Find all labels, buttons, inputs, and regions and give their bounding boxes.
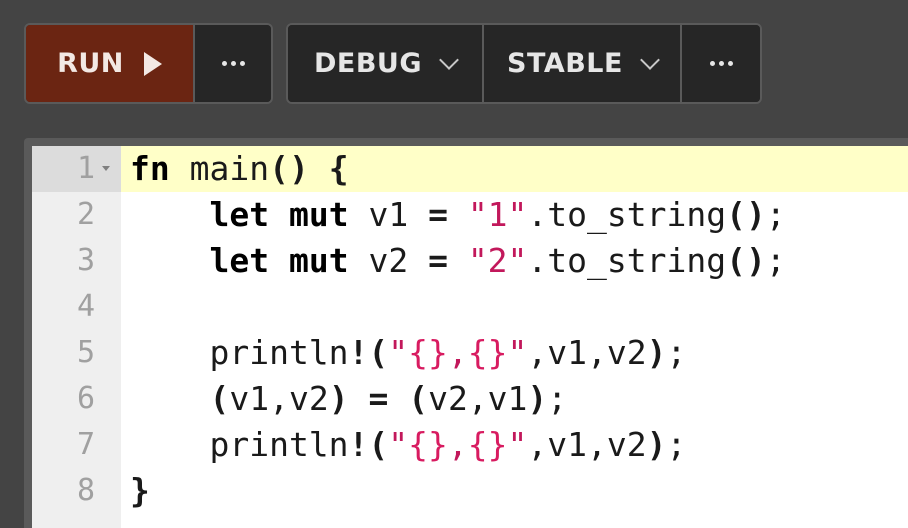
- config-button-group: DEBUG STABLE: [286, 23, 762, 104]
- channel-dropdown[interactable]: STABLE: [482, 25, 680, 102]
- code-line[interactable]: 6 (v1,v2) = (v2,v1);: [32, 376, 908, 422]
- code-line[interactable]: 8 }: [32, 468, 908, 514]
- code-text: println!("{},{}",v1,v2);: [130, 425, 687, 464]
- debug-label: DEBUG: [313, 48, 423, 79]
- debug-mode-dropdown[interactable]: DEBUG: [288, 25, 482, 102]
- code-line[interactable]: 2 let mut v1 = "1".to_string();: [32, 192, 908, 238]
- run-more-button[interactable]: [193, 25, 271, 102]
- chevron-down-icon: [640, 49, 660, 70]
- play-icon: [143, 51, 162, 76]
- code-editor[interactable]: 1 fn main() { 2 let mut v1 = "1".to_stri…: [32, 146, 908, 528]
- code-text: fn main() {: [130, 149, 349, 188]
- run-button[interactable]: RUN: [26, 25, 193, 102]
- chevron-down-icon: [439, 49, 459, 70]
- line-number: 6: [76, 381, 95, 416]
- ellipsis-icon: [221, 61, 245, 66]
- config-more-button[interactable]: [680, 25, 760, 102]
- line-number: 8: [76, 473, 95, 508]
- line-number: 4: [76, 289, 95, 324]
- fold-toggle-icon[interactable]: [102, 166, 110, 171]
- code-line[interactable]: 4: [32, 284, 908, 330]
- line-number: 3: [76, 243, 95, 278]
- line-number: 7: [76, 427, 95, 462]
- code-text: let mut v1 = "1".to_string();: [209, 195, 786, 234]
- code-text: }: [130, 471, 150, 510]
- code-text: let mut v2 = "2".to_string();: [209, 241, 786, 280]
- code-line[interactable]: 3 let mut v2 = "2".to_string();: [32, 238, 908, 284]
- stable-label: STABLE: [507, 48, 623, 79]
- code-text: println!("{},{}",v1,v2);: [130, 333, 687, 372]
- line-number: 2: [76, 197, 95, 232]
- run-button-group: RUN: [24, 23, 273, 104]
- code-line[interactable]: 1 fn main() {: [32, 146, 908, 192]
- ellipsis-icon: [709, 61, 733, 66]
- run-label: RUN: [57, 48, 124, 79]
- code-line[interactable]: 5 println!("{},{}",v1,v2);: [32, 330, 908, 376]
- code-line[interactable]: 7 println!("{},{}",v1,v2);: [32, 422, 908, 468]
- code-text: (v1,v2) = (v2,v1);: [209, 379, 568, 418]
- line-number: 5: [76, 335, 95, 370]
